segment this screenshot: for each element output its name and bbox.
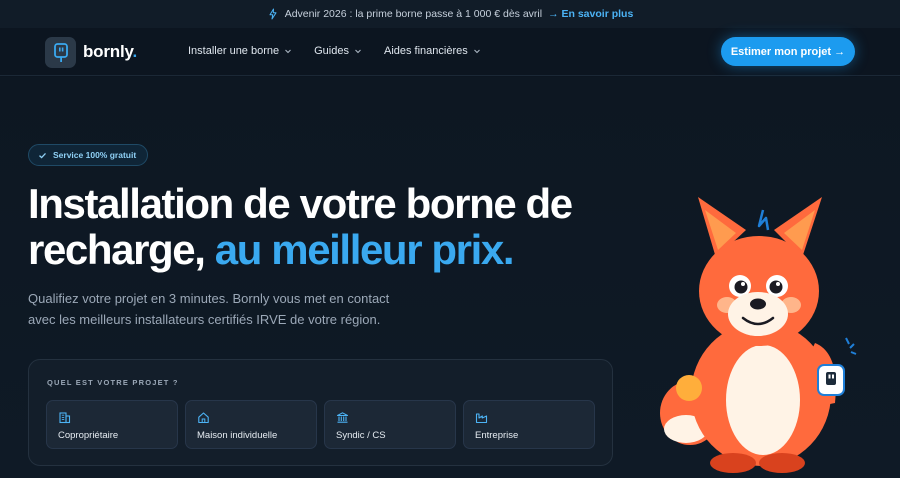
announcement-link[interactable]: → En savoir plus <box>548 8 633 20</box>
badge-label: Service 100% gratuit <box>53 150 137 160</box>
top-navbar: bornly. Installer une borne Guides Aides… <box>0 28 900 76</box>
option-maison-individuelle[interactable]: Maison individuelle <box>185 400 317 449</box>
bank-icon <box>336 412 349 423</box>
hero-title-line2: recharge, <box>28 226 215 273</box>
menu-item-label: Aides financières <box>383 45 468 57</box>
hero-section: Service 100% gratuit Installation de vot… <box>0 77 900 478</box>
announcement-bar: Advenir 2026 : la prime borne passe à 1 … <box>0 0 900 28</box>
project-card-label: QUEL EST VOTRE PROJET ? <box>47 378 179 387</box>
factory-icon <box>475 413 488 424</box>
option-coproprietaire[interactable]: Copropriétaire <box>46 400 178 449</box>
free-service-badge: Service 100% gratuit <box>28 144 149 166</box>
main-menu: Installer une borne Guides Aides financi… <box>188 45 481 57</box>
menu-item-aides[interactable]: Aides financières <box>384 45 481 57</box>
fox-mascot-illustration <box>660 197 857 473</box>
menu-item-label: Guides <box>314 45 349 57</box>
option-syndic[interactable]: Syndic / CS <box>324 400 456 449</box>
estimate-project-button[interactable]: Estimer mon projet → <box>721 37 855 66</box>
hero-title-accent: au meilleur prix. <box>214 226 515 273</box>
option-label: Entreprise <box>475 430 519 441</box>
option-label: Copropriétaire <box>58 430 119 441</box>
charging-station-icon <box>53 42 68 62</box>
lightning-icon <box>269 8 277 20</box>
option-label: Syndic / CS <box>336 430 386 441</box>
hero-subtitle-line2: avec les meilleurs installateurs certifi… <box>28 312 381 327</box>
chevron-down-icon <box>355 49 361 54</box>
menu-item-label: Installer une borne <box>188 45 280 57</box>
menu-item-installer[interactable]: Installer une borne <box>188 45 292 57</box>
brand-dot: . <box>132 42 138 61</box>
menu-item-guides[interactable]: Guides <box>314 45 362 57</box>
option-label: Maison individuelle <box>197 430 278 441</box>
chevron-down-icon <box>473 49 480 54</box>
option-entreprise[interactable]: Entreprise <box>463 400 595 449</box>
hero-subtitle-line1: Qualifiez votre projet en 3 minutes. Bor… <box>28 291 390 306</box>
brand-name[interactable]: bornly. <box>83 42 137 62</box>
house-icon <box>198 412 209 424</box>
logo-icon[interactable] <box>45 37 76 68</box>
project-type-card: QUEL EST VOTRE PROJET ? Copropriétaire M… <box>28 359 613 466</box>
announcement-text: Advenir 2026 : la prime borne passe à 1 … <box>284 8 543 20</box>
hero-title: Installation de votre borne de recharge,… <box>28 181 588 273</box>
building-icon <box>59 412 71 424</box>
chevron-down-icon <box>285 49 292 54</box>
check-icon <box>39 152 46 159</box>
brand-text: bornly <box>83 42 133 61</box>
hero-subtitle: Qualifiez votre projet en 3 minutes. Bor… <box>28 288 428 330</box>
hero-title-line1: Installation de votre borne de <box>28 180 573 227</box>
